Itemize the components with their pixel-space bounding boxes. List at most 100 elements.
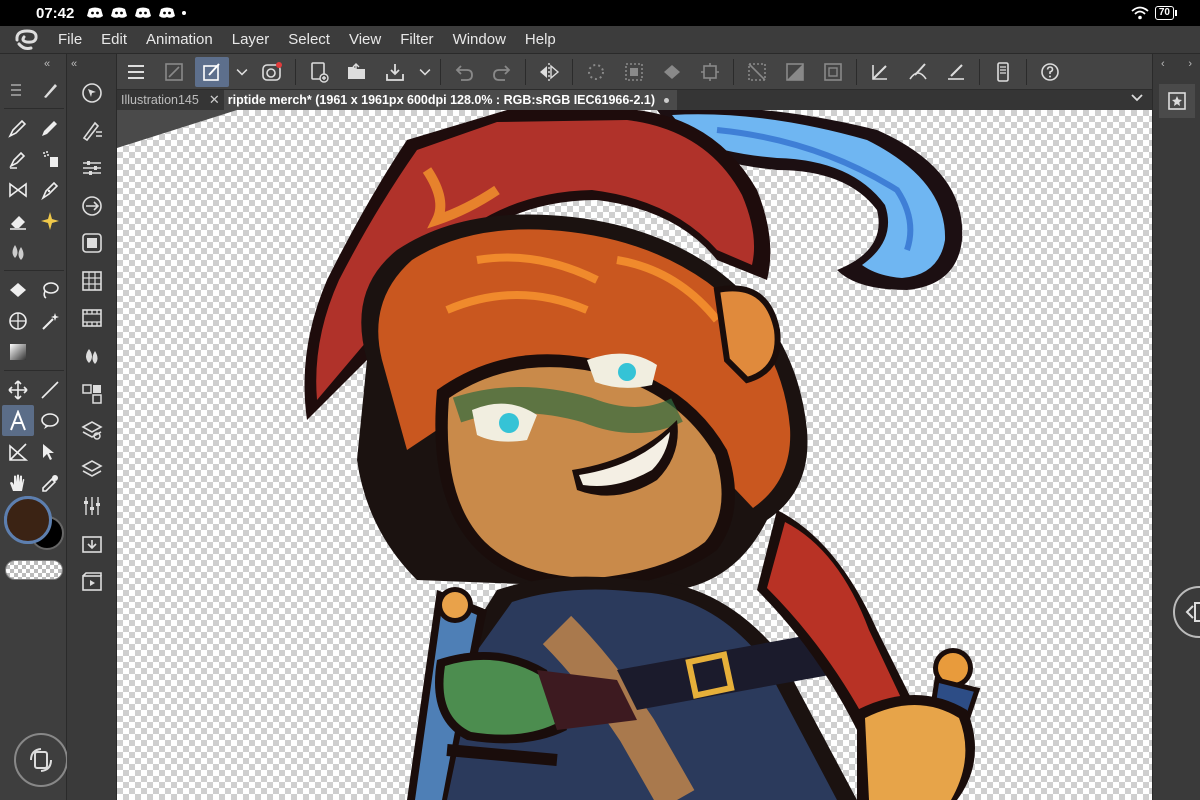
move-tool-icon[interactable] <box>2 374 34 405</box>
menu-select[interactable]: Select <box>288 31 330 48</box>
help-icon[interactable] <box>1033 57 1067 87</box>
g-pen-icon[interactable] <box>34 174 66 205</box>
color-set-icon[interactable] <box>67 262 117 300</box>
command-bar <box>117 54 1153 90</box>
open-file-icon[interactable] <box>340 57 374 87</box>
fill-tool-icon[interactable] <box>2 274 34 305</box>
main-color-swatch-front[interactable] <box>4 496 52 544</box>
flip-horizontal-icon[interactable] <box>532 57 566 87</box>
invert-selection-icon[interactable] <box>778 57 812 87</box>
tab-illustration145[interactable]: Illustration145 ✕ <box>117 90 224 110</box>
tab-label: Illustration145 <box>121 93 199 107</box>
eraser-tool-icon[interactable] <box>2 205 34 236</box>
notification-icons <box>86 7 187 19</box>
blend-tool-icon[interactable] <box>2 236 34 267</box>
smartphone-icon[interactable] <box>986 57 1020 87</box>
approximate-color-icon[interactable] <box>67 337 117 375</box>
fill-selection-icon[interactable] <box>655 57 689 87</box>
pencil-tool-icon[interactable] <box>34 112 66 143</box>
brush-tab-icon[interactable] <box>34 74 66 105</box>
clip-studio-logo-icon[interactable] <box>12 28 42 52</box>
menu-view[interactable]: View <box>349 31 381 48</box>
sub-tool-detail-icon[interactable] <box>67 112 117 150</box>
collapse-chevrons-icon[interactable]: « <box>44 58 50 70</box>
clear-selection-icon[interactable] <box>617 57 651 87</box>
clock: 07:42 <box>36 4 75 22</box>
tool-palette: « <box>0 54 67 800</box>
grid-select-icon[interactable] <box>2 305 34 336</box>
menu-layer[interactable]: Layer <box>232 31 270 48</box>
object-select-icon[interactable] <box>34 436 66 467</box>
color-swatches <box>0 492 67 587</box>
favorites-panel-button[interactable] <box>1159 84 1195 118</box>
loading-icon[interactable] <box>579 57 613 87</box>
chevron-right-icon[interactable]: › <box>1188 58 1192 70</box>
tool-palette-header: « <box>0 54 66 74</box>
chevron-down-icon[interactable] <box>1129 91 1145 110</box>
redo-icon[interactable] <box>485 57 519 87</box>
menu-animation[interactable]: Animation <box>146 31 213 48</box>
snap-ruler-icon[interactable] <box>863 57 897 87</box>
layer-icon[interactable] <box>67 450 117 488</box>
modified-dot-icon[interactable] <box>664 97 670 103</box>
sub-tool-strip: « <box>67 54 117 800</box>
magic-wand-icon[interactable] <box>34 305 66 336</box>
deselect-icon[interactable] <box>740 57 774 87</box>
airbrush-tool-icon[interactable] <box>34 143 66 174</box>
gradient-tool-icon[interactable] <box>2 336 34 367</box>
transform-icon[interactable] <box>157 57 191 87</box>
sparkle-tool-icon[interactable] <box>34 205 66 236</box>
snap-special-ruler-icon[interactable] <box>901 57 935 87</box>
tool-property-icon[interactable] <box>67 149 117 187</box>
discord-icon <box>159 7 176 18</box>
record-icon[interactable] <box>255 57 289 87</box>
rotate-screen-button[interactable] <box>14 733 68 787</box>
navigator-icon[interactable] <box>67 74 117 112</box>
palette-menu-icon[interactable] <box>2 74 34 105</box>
balloon-tool-icon[interactable] <box>34 405 66 436</box>
menu-window[interactable]: Window <box>453 31 506 48</box>
fountain-pen-icon[interactable] <box>2 143 34 174</box>
snap-grid-icon[interactable] <box>939 57 973 87</box>
new-file-icon[interactable] <box>302 57 336 87</box>
undo-icon[interactable] <box>447 57 481 87</box>
line-tool-icon[interactable] <box>34 374 66 405</box>
color-wheel-icon[interactable] <box>67 224 117 262</box>
transparent-color-swatch[interactable] <box>5 560 63 580</box>
timeline-icon[interactable] <box>67 563 117 601</box>
collapse-chevrons-icon[interactable]: « <box>71 58 77 70</box>
panel-toggle-icon <box>1185 602 1200 622</box>
menu-file[interactable]: File <box>58 31 82 48</box>
import-icon[interactable] <box>67 525 117 563</box>
brush-size-icon[interactable] <box>67 187 117 225</box>
chevron-left-icon[interactable]: ‹ <box>1161 58 1165 70</box>
menu-icon[interactable] <box>119 57 153 87</box>
drawing-canvas[interactable] <box>117 110 1152 800</box>
layer-property-icon[interactable] <box>67 375 117 413</box>
close-icon[interactable]: ✕ <box>209 92 220 108</box>
rotate-icon <box>30 748 52 772</box>
discord-icon <box>87 7 104 18</box>
pen-tool-icon[interactable] <box>2 112 34 143</box>
star-bookmark-icon <box>1168 92 1186 110</box>
chevron-down-icon[interactable] <box>233 57 251 87</box>
text-tool-icon[interactable] <box>2 405 34 436</box>
save-icon[interactable] <box>378 57 412 87</box>
chevron-down-icon[interactable] <box>416 57 434 87</box>
material-icon[interactable] <box>67 300 117 338</box>
quick-access-pen-icon[interactable] <box>195 56 229 87</box>
tab-riptide-merch[interactable]: riptide merch* (1961 x 1961px 600dpi 128… <box>223 90 678 110</box>
tone-curve-icon[interactable] <box>67 488 117 526</box>
show-selection-icon[interactable] <box>816 57 850 87</box>
crop-icon[interactable] <box>693 57 727 87</box>
decoration-tool-icon[interactable] <box>2 174 34 205</box>
menu-help[interactable]: Help <box>525 31 556 48</box>
right-dock: ‹ › <box>1152 54 1200 800</box>
tab-label: riptide merch* (1961 x 1961px 600dpi 128… <box>227 93 656 107</box>
lasso-tool-icon[interactable] <box>34 274 66 305</box>
character-artwork <box>117 110 981 800</box>
menu-filter[interactable]: Filter <box>400 31 433 48</box>
menu-edit[interactable]: Edit <box>101 31 127 48</box>
layer-search-icon[interactable] <box>67 412 117 450</box>
ruler-tool-icon[interactable] <box>2 436 34 467</box>
